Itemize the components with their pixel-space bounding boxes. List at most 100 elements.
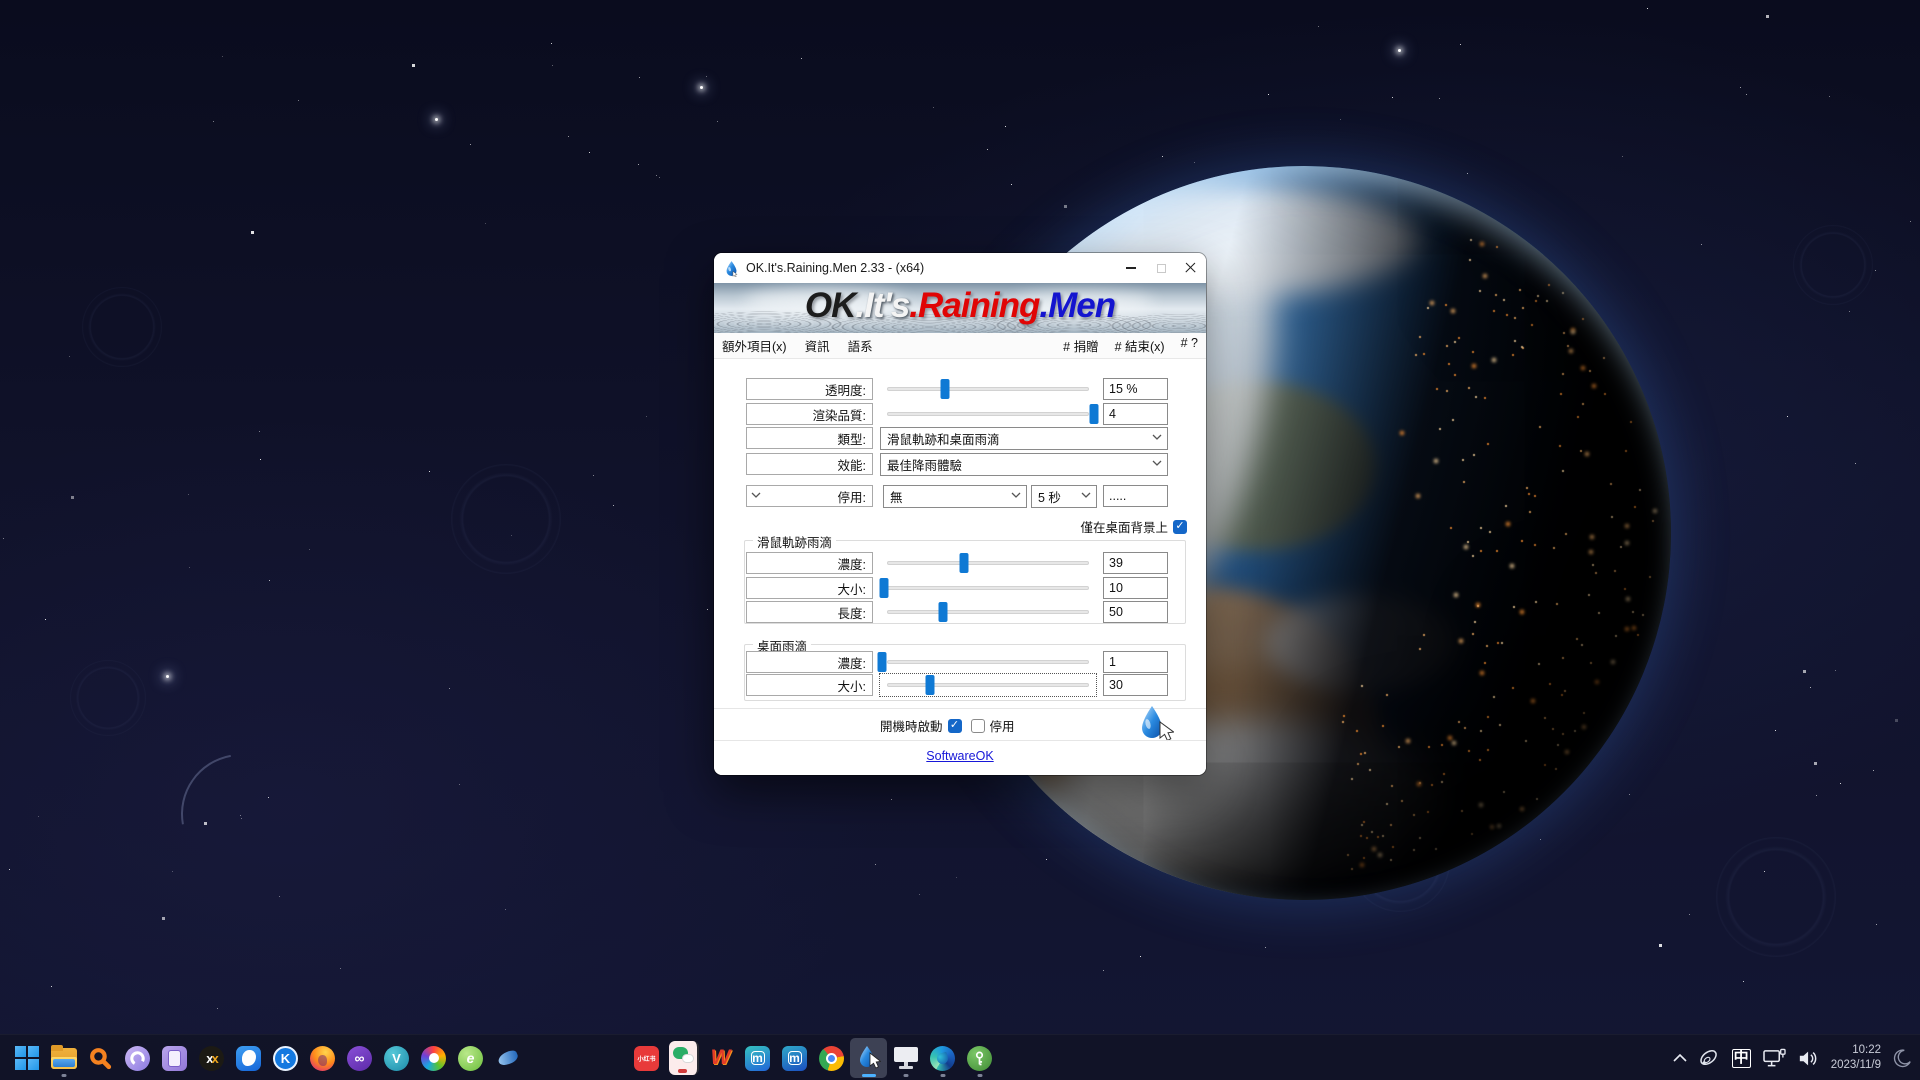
autostart-checkbox[interactable]: ✓ bbox=[948, 719, 962, 733]
desktop-size-value[interactable]: 30 bbox=[1103, 674, 1168, 696]
mouse-density-slider[interactable] bbox=[880, 552, 1096, 574]
mouse-length-slider[interactable] bbox=[880, 601, 1096, 623]
only-desktop-row: 僅在桌面背景上 ✓ bbox=[1080, 517, 1187, 536]
performance-label: 效能: bbox=[746, 453, 873, 475]
menu-exit[interactable]: # 結束(x) bbox=[1115, 336, 1165, 355]
footer-disable-checkbox[interactable] bbox=[971, 719, 985, 733]
menu-language[interactable]: 語系 bbox=[848, 336, 873, 355]
maxthon-icon: m bbox=[782, 1046, 807, 1071]
taskbar-app-ring[interactable] bbox=[119, 1038, 156, 1078]
disable-mode-select[interactable]: 無 bbox=[883, 485, 1027, 508]
taskbar-search[interactable] bbox=[82, 1038, 119, 1078]
disable-label[interactable]: 停用: bbox=[746, 485, 873, 507]
separator bbox=[714, 740, 1206, 741]
mouse-length-value[interactable]: 50 bbox=[1103, 601, 1168, 623]
crescent-ornament bbox=[157, 730, 324, 897]
menu-donate[interactable]: # 捐贈 bbox=[1063, 336, 1098, 355]
quality-value[interactable]: 4 bbox=[1103, 403, 1168, 425]
desktop-density-label: 濃度: bbox=[746, 651, 873, 673]
taskbar-display-app[interactable] bbox=[887, 1038, 924, 1078]
tray-clock[interactable]: 10:22 2023/11/9 bbox=[1831, 1043, 1881, 1073]
tray-ime-indicator[interactable]: 中 bbox=[1732, 1049, 1751, 1068]
tray-moon-icon[interactable] bbox=[1892, 1048, 1912, 1068]
autostart-label: 開機時啟動 bbox=[880, 716, 943, 735]
taskbar-app-mask[interactable]: ∞ bbox=[341, 1038, 378, 1078]
mouse-density-value[interactable]: 39 bbox=[1103, 552, 1168, 574]
taskbar-wechat[interactable] bbox=[665, 1038, 702, 1078]
chevron-down-icon bbox=[1011, 492, 1020, 501]
tray-network-icon[interactable] bbox=[1762, 1048, 1787, 1069]
quality-slider[interactable] bbox=[880, 403, 1096, 425]
taskbar-app-v[interactable]: V bbox=[378, 1038, 415, 1078]
taskbar-app-k[interactable]: K bbox=[267, 1038, 304, 1078]
disable-delay-select[interactable]: 5 秒 bbox=[1031, 485, 1097, 508]
app-banner: OK.It's.Raining.Men bbox=[714, 283, 1206, 333]
taskbar-chrome[interactable] bbox=[813, 1038, 850, 1078]
tray-chevron-up-icon[interactable] bbox=[1673, 1054, 1687, 1062]
chrome-icon bbox=[819, 1046, 844, 1071]
softwareok-link[interactable]: SoftwareOK bbox=[926, 749, 993, 763]
disable-custom-field[interactable]: ..... bbox=[1103, 485, 1168, 507]
taskbar-keepass[interactable] bbox=[961, 1038, 998, 1078]
wechat-icon bbox=[669, 1041, 699, 1075]
opacity-slider[interactable] bbox=[880, 378, 1096, 400]
desktop-ornament bbox=[82, 287, 162, 367]
taskbar-browser-swirl[interactable] bbox=[415, 1038, 452, 1078]
taskbar-firefox[interactable] bbox=[304, 1038, 341, 1078]
opacity-value[interactable]: 15 % bbox=[1103, 378, 1168, 400]
taskbar-xiaohongshu[interactable]: 小红书 bbox=[628, 1038, 665, 1078]
maximize-button[interactable] bbox=[1146, 253, 1176, 283]
tray-volume-icon[interactable] bbox=[1798, 1049, 1820, 1068]
only-desktop-label: 僅在桌面背景上 bbox=[1080, 517, 1168, 536]
title-bar[interactable]: OK.It's.Raining.Men 2.33 - (x64) bbox=[714, 253, 1206, 283]
taskbar-maxthon-1[interactable]: m bbox=[739, 1038, 776, 1078]
taskbar-file-explorer[interactable] bbox=[45, 1038, 82, 1078]
window-title: OK.It's.Raining.Men 2.33 - (x64) bbox=[746, 261, 1116, 275]
raindrop-icon bbox=[1138, 704, 1174, 750]
close-button[interactable] bbox=[1176, 253, 1206, 283]
taskbar-start-button[interactable] bbox=[8, 1038, 45, 1078]
only-desktop-checkbox[interactable]: ✓ bbox=[1173, 520, 1187, 534]
monitor-icon bbox=[893, 1046, 919, 1070]
desktop-ornament bbox=[1716, 837, 1836, 957]
bright-star bbox=[166, 675, 169, 678]
bright-star bbox=[700, 86, 703, 89]
mouse-size-slider[interactable] bbox=[880, 577, 1096, 599]
taskbar-edge[interactable] bbox=[924, 1038, 961, 1078]
maxthon-icon: m bbox=[745, 1046, 770, 1071]
link-row: SoftwareOK bbox=[714, 749, 1206, 763]
taskbar-maxthon-2[interactable]: m bbox=[776, 1038, 813, 1078]
taskbar-app-notes[interactable] bbox=[156, 1038, 193, 1078]
tray-dish-icon[interactable] bbox=[1698, 1047, 1721, 1070]
quality-label: 渲染品質: bbox=[746, 403, 873, 425]
taskbar-app-bird[interactable] bbox=[230, 1038, 267, 1078]
desktop-ornament bbox=[70, 660, 146, 736]
folder-icon bbox=[51, 1048, 77, 1069]
minimize-button[interactable] bbox=[1116, 253, 1146, 283]
chevron-down-icon bbox=[751, 492, 760, 501]
mouse-density-label: 濃度: bbox=[746, 552, 873, 574]
bird-app-icon bbox=[236, 1046, 261, 1071]
menu-extras[interactable]: 額外項目(x) bbox=[722, 336, 787, 355]
app-drop-icon bbox=[723, 260, 740, 277]
taskbar-raining-men-active[interactable] bbox=[850, 1038, 887, 1078]
desktop-density-slider[interactable] bbox=[880, 651, 1096, 673]
mouse-size-value[interactable]: 10 bbox=[1103, 577, 1168, 599]
ring-app-icon bbox=[125, 1046, 150, 1071]
taskbar-app-drop[interactable] bbox=[489, 1038, 526, 1078]
menu-info[interactable]: 資訊 bbox=[805, 336, 830, 355]
taskbar-wps[interactable]: W bbox=[702, 1038, 739, 1078]
menu-help[interactable]: # ? bbox=[1181, 336, 1198, 355]
firefox-icon bbox=[310, 1046, 335, 1071]
v-app-icon: V bbox=[384, 1046, 409, 1071]
taskbar-ie[interactable]: e bbox=[452, 1038, 489, 1078]
desktop-density-value[interactable]: 1 bbox=[1103, 651, 1168, 673]
bright-star bbox=[435, 118, 438, 121]
desktop-size-slider[interactable] bbox=[880, 674, 1096, 696]
tray-time: 10:22 bbox=[1831, 1043, 1881, 1058]
notes-app-icon bbox=[162, 1046, 187, 1071]
taskbar-app-x[interactable]: xx bbox=[193, 1038, 230, 1078]
ie-icon: e bbox=[458, 1046, 483, 1071]
type-select[interactable]: 滑鼠軌跡和桌面雨滴 bbox=[880, 427, 1168, 450]
performance-select[interactable]: 最佳降雨體驗 bbox=[880, 453, 1168, 476]
